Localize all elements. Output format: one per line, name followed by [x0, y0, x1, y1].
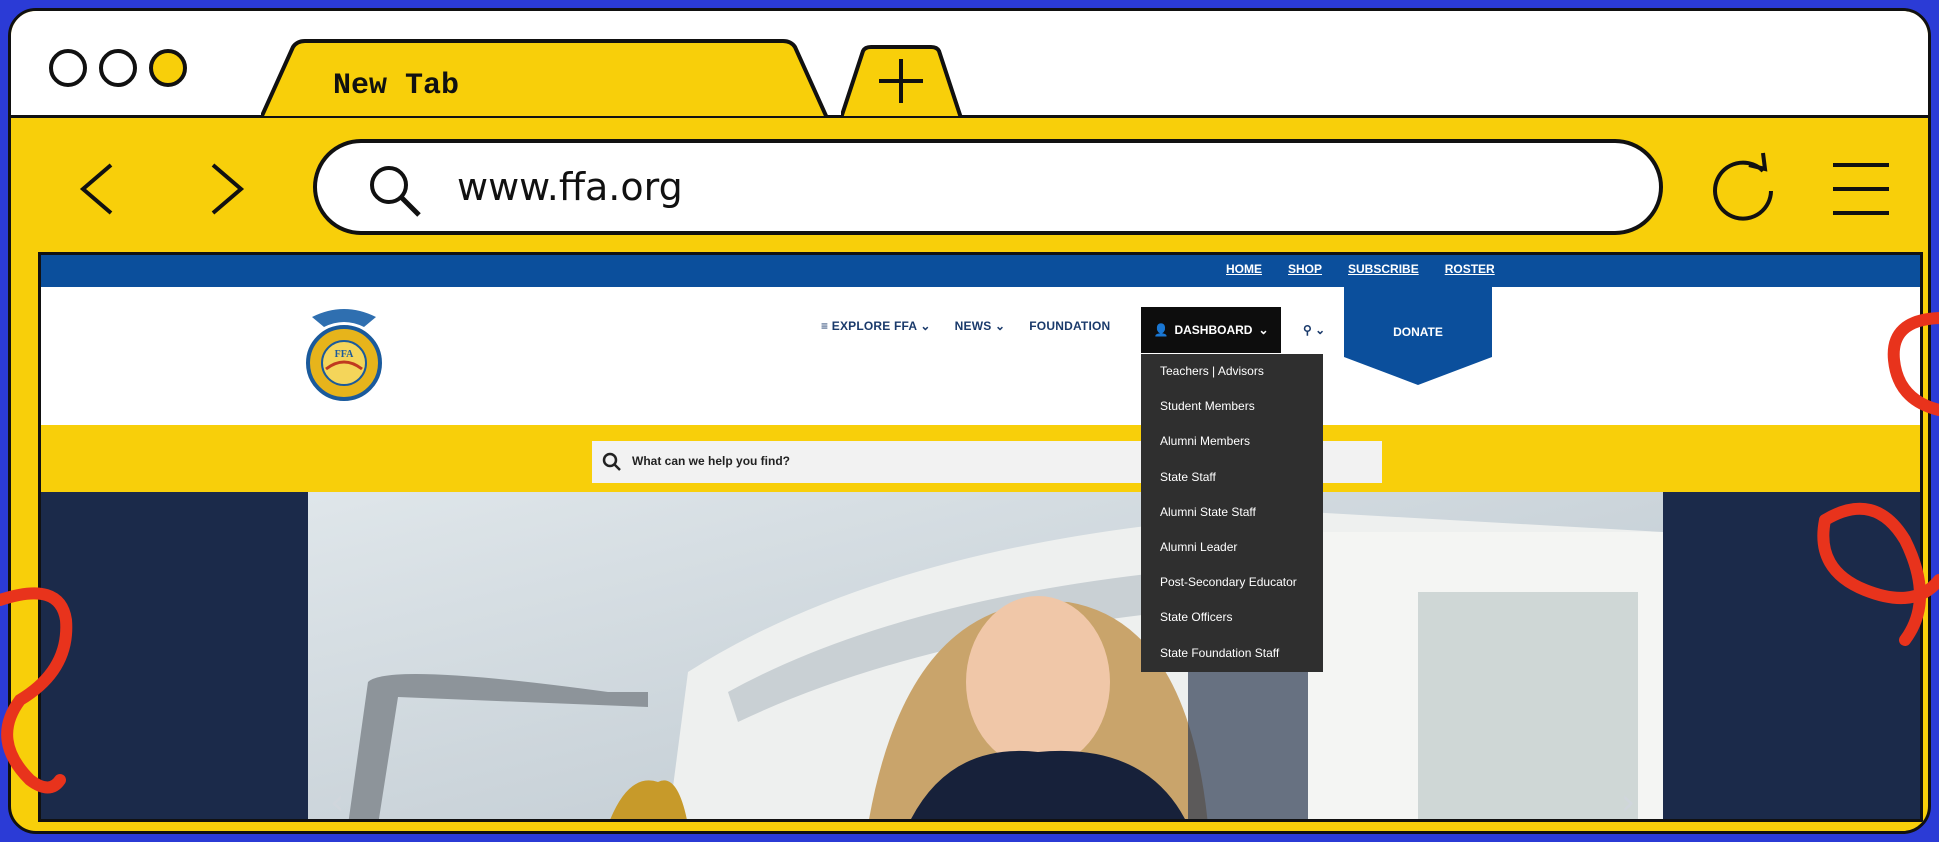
back-button[interactable]: [77, 161, 117, 217]
red-squiggle-decoration: [0, 587, 73, 794]
utility-links: HOME SHOP SUBSCRIBE ROSTER: [1226, 262, 1495, 276]
chevron-down-icon: ⌄: [991, 319, 1006, 333]
dropdown-item[interactable]: Teachers | Advisors: [1141, 354, 1323, 389]
dropdown-item[interactable]: State Staff: [1141, 460, 1323, 495]
dropdown-item[interactable]: Student Members: [1141, 389, 1323, 424]
chevron-down-icon: ⌄: [1315, 323, 1326, 337]
close-window-button[interactable]: [49, 49, 87, 87]
hero-photo: [308, 492, 1663, 819]
address-bar[interactable]: www.ffa.org: [313, 139, 1663, 235]
nav-dashboard-label: DASHBOARD: [1174, 323, 1253, 337]
nav-dashboard[interactable]: 👤 DASHBOARD ⌄: [1141, 307, 1281, 353]
roster-link[interactable]: ROSTER: [1445, 262, 1495, 276]
nav-search-toggle[interactable]: ⚲ ⌄: [1303, 323, 1325, 337]
minimize-window-button[interactable]: [99, 49, 137, 87]
dropdown-item[interactable]: State Officers: [1141, 600, 1323, 635]
page-viewport: HOME SHOP SUBSCRIBE ROSTER FFA ≡ EXPLORE…: [38, 252, 1923, 822]
carousel-prev-button[interactable]: ‹: [330, 782, 344, 819]
home-link[interactable]: HOME: [1226, 262, 1262, 276]
tab-bar: New Tab: [11, 11, 1928, 118]
carousel-next-button[interactable]: ›: [1621, 782, 1635, 819]
red-squiggle-decoration: [1887, 312, 1939, 416]
dropdown-item[interactable]: Alumni Leader: [1141, 530, 1323, 565]
maximize-window-button[interactable]: [149, 49, 187, 87]
search-placeholder: What can we help you find?: [632, 454, 791, 468]
nav-news-label: NEWS: [954, 319, 992, 333]
window-controls: [49, 49, 187, 87]
user-icon: 👤: [1153, 323, 1169, 337]
nav-news[interactable]: NEWS ⌄: [955, 319, 1006, 333]
chevron-down-icon: ⌄: [1258, 323, 1269, 337]
dropdown-item[interactable]: Alumni Members: [1141, 424, 1323, 459]
forward-button[interactable]: [207, 161, 247, 217]
new-tab-shape: [841, 45, 964, 118]
ffa-emblem-logo[interactable]: FFA: [304, 305, 384, 405]
reload-icon[interactable]: [1711, 151, 1781, 225]
dashboard-dropdown-menu: Teachers | Advisors Student Members Alum…: [1141, 354, 1323, 672]
menu-icon: ≡: [821, 319, 832, 333]
search-icon: ⚲: [1303, 323, 1312, 337]
url-text: www.ffa.org: [457, 165, 683, 209]
nav-foundation[interactable]: FOUNDATION: [1029, 319, 1110, 333]
site-search-band: What can we help you find?: [41, 425, 1920, 492]
nav-explore-ffa[interactable]: ≡ EXPLORE FFA ⌄: [821, 319, 931, 333]
tab-new-tab[interactable]: New Tab: [261, 39, 841, 118]
logo-text: FFA: [335, 349, 354, 360]
dropdown-item[interactable]: State Foundation Staff: [1141, 636, 1323, 671]
red-squiggle-decoration: [1817, 502, 1939, 646]
utility-bar: HOME SHOP SUBSCRIBE ROSTER: [41, 255, 1920, 287]
hero-carousel: ‹ ›: [41, 492, 1920, 819]
tab-title: New Tab: [333, 69, 460, 103]
new-tab-button[interactable]: [841, 45, 971, 118]
site-header: FFA ≡ EXPLORE FFA ⌄ NEWS ⌄ FOUNDATION 👤 …: [41, 287, 1920, 425]
hamburger-menu-icon[interactable]: [1831, 161, 1891, 217]
chevron-down-icon: ⌄: [920, 319, 931, 333]
nav-explore-label: EXPLORE FFA: [831, 319, 917, 333]
browser-window: New Tab www.ffa.org HOME SHOP SUBSCRIBE …: [8, 8, 1931, 834]
dropdown-item[interactable]: Post-Secondary Educator: [1141, 565, 1323, 600]
donate-label: DONATE: [1393, 325, 1443, 339]
search-icon: [370, 166, 421, 217]
main-nav: ≡ EXPLORE FFA ⌄ NEWS ⌄ FOUNDATION: [821, 319, 1110, 333]
donate-button[interactable]: DONATE: [1344, 287, 1492, 385]
shop-link[interactable]: SHOP: [1288, 262, 1322, 276]
dropdown-item[interactable]: Alumni State Staff: [1141, 495, 1323, 530]
subscribe-link[interactable]: SUBSCRIBE: [1348, 262, 1419, 276]
search-icon: [602, 452, 621, 471]
